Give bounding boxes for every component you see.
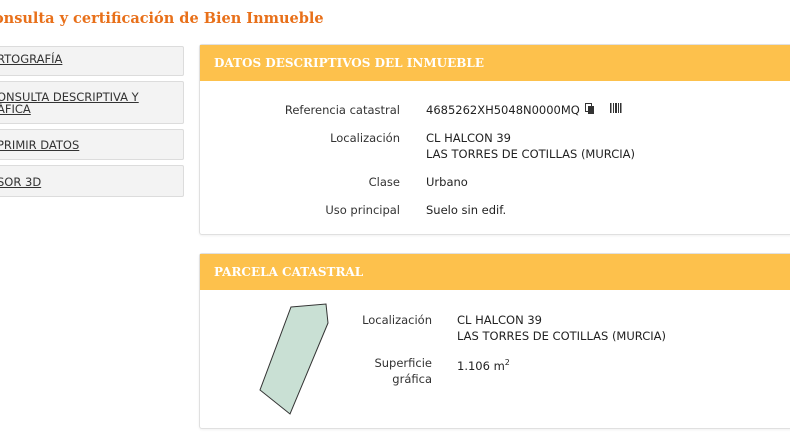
parcela-localizacion-label: Localización (362, 313, 432, 327)
clase-label: Clase (368, 175, 400, 189)
panel-header: DATOS DESCRIPTIVOS DEL INMUEBLE (200, 45, 790, 81)
clase-value: Urbano (426, 175, 468, 189)
uso-principal-label: Uso principal (325, 203, 400, 217)
superficie-label-line2: gráfica (392, 372, 432, 386)
ref-value: 4685262XH5048N0000MQ (426, 103, 580, 117)
sidebar-item-label: PRIMIR DATOS (0, 138, 80, 152)
page-title: onsulta y certificación de Bien Inmueble (0, 10, 324, 27)
ref-value-row: 4685262XH5048N0000MQ (426, 103, 622, 118)
parcela-catastral-panel: PARCELA CATASTRAL Localización CL HALCON… (199, 253, 790, 429)
superficie-label-line1: Superficie (374, 356, 432, 370)
sidebar-item-visor-3d[interactable]: SOR 3D (0, 165, 184, 197)
superficie-unit-exponent: 2 (504, 358, 510, 367)
sidebar-item-imprimir-datos[interactable]: PRIMIR DATOS (0, 129, 184, 160)
parcela-localizacion-line1: CL HALCON 39 (457, 313, 542, 327)
sidebar-item-cartografia[interactable]: RTOGRAFÍA (0, 46, 184, 76)
localizacion-label: Localización (330, 131, 400, 145)
localizacion-line1: CL HALCON 39 (426, 131, 511, 145)
sidebar-item-consulta-descriptiva[interactable]: ONSULTA DESCRIPTIVA Y ÁFICA (0, 81, 184, 124)
sidebar-item-label: ÁFICA (0, 102, 31, 116)
ref-label: Referencia catastral (284, 103, 400, 117)
superficie-value: 1.106 m2 (457, 356, 510, 373)
datos-descriptivos-panel: DATOS DESCRIPTIVOS DEL INMUEBLE Referenc… (199, 44, 790, 235)
barcode-icon[interactable] (610, 103, 622, 118)
sidebar-item-label: RTOGRAFÍA (0, 52, 63, 66)
localizacion-line2: LAS TORRES DE COTILLAS (MURCIA) (426, 147, 635, 161)
copy-icon[interactable] (584, 103, 595, 118)
uso-principal-value: Suelo sin edif. (426, 203, 507, 217)
parcela-localizacion-line2: LAS TORRES DE COTILLAS (MURCIA) (457, 329, 666, 343)
superficie-number: 1.106 m (457, 358, 505, 373)
panel-header: PARCELA CATASTRAL (200, 254, 790, 290)
sidebar-item-label: SOR 3D (0, 175, 42, 189)
